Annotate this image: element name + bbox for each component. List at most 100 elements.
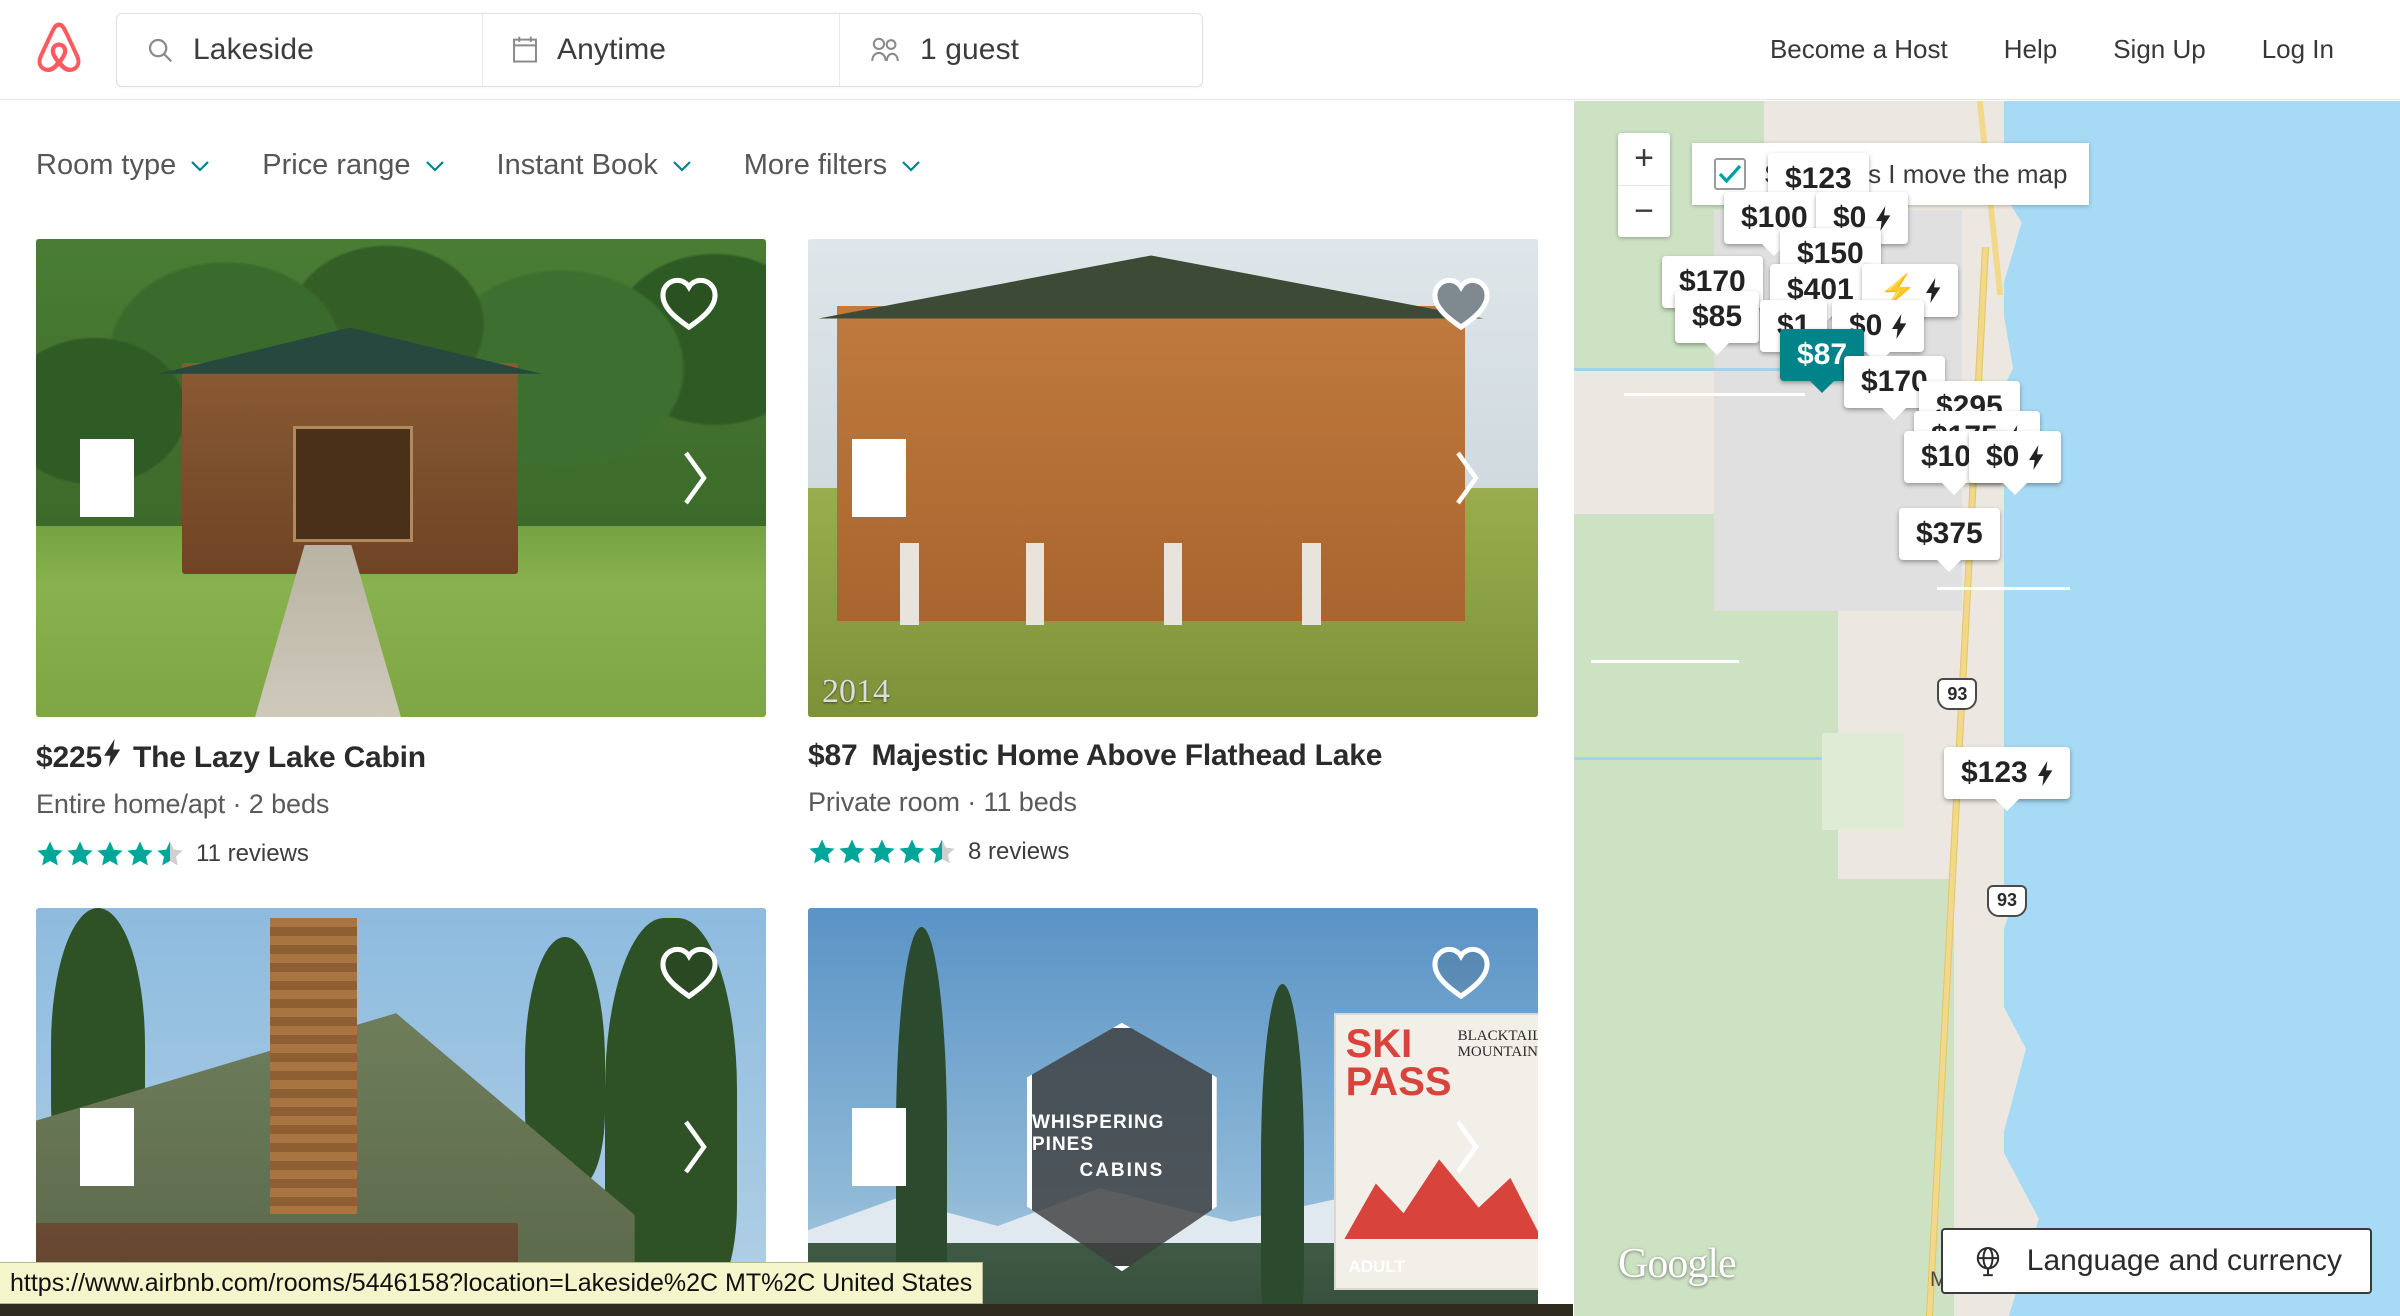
guests-value: 1 guest [920, 32, 1020, 66]
wishlist-heart-icon[interactable] [658, 944, 720, 1000]
photo-artwork [36, 908, 766, 1316]
ski-pass-graphic: SKI PASS BLACKTAIL MOUNTAIN ADULT [1333, 1013, 1538, 1291]
airbnb-logo[interactable] [30, 19, 88, 81]
language-and-currency-button[interactable]: Language and currency [1940, 1228, 2372, 1294]
photo-artwork: WHISPERING PINES CABINS SKI PASS BLACKTA [808, 908, 1538, 1316]
listing-photo[interactable] [36, 239, 766, 717]
search-bar: Lakeside Anytime 1 guest [116, 12, 1203, 87]
star-icon [127, 841, 153, 866]
map-price-marker-label: $375 [1916, 517, 1983, 550]
map-road [1623, 392, 1806, 396]
filter-more-filters[interactable]: More filters [744, 149, 921, 182]
ski-pass-line-1: SKI [1345, 1022, 1413, 1067]
star-rating [808, 838, 956, 866]
wishlist-heart-icon[interactable] [1430, 275, 1492, 331]
listing-review-count: 8 reviews [968, 838, 1070, 865]
dates-value: Anytime [557, 32, 667, 66]
carousel-prev-button[interactable] [80, 439, 134, 517]
listing-title-row: $225 The Lazy Lake Cabin [36, 739, 766, 775]
map-river [1574, 757, 1822, 761]
instant-book-bolt-icon [1876, 205, 1891, 231]
nav-become-a-host[interactable]: Become a Host [1742, 24, 1976, 75]
map-price-marker[interactable]: $0 [1969, 431, 2062, 483]
carousel-prev-button[interactable] [80, 1108, 134, 1186]
dates-field[interactable]: Anytime [482, 13, 839, 86]
globe-icon [1976, 1246, 1999, 1277]
star-icon [839, 839, 865, 864]
search-as-i-move-checkbox[interactable] [1714, 158, 1746, 190]
chevron-right-icon [684, 451, 707, 505]
listing-photo[interactable]: WHISPERING PINES CABINS SKI PASS BLACKTA [808, 908, 1538, 1316]
map-zoom-out-button[interactable]: − [1618, 186, 1670, 238]
map-zoom-in-button[interactable]: + [1618, 133, 1670, 186]
airbnb-search-page: Lakeside Anytime 1 guest Become a Host H… [0, 0, 2400, 1316]
carousel-next-button[interactable] [668, 439, 722, 517]
language-and-currency-label: Language and currency [2026, 1244, 2342, 1277]
nav-help[interactable]: Help [1976, 24, 2085, 75]
listing-grid: $225 The Lazy Lake Cabin Entire home/apt… [0, 182, 1573, 1316]
listing-title-row: $87 Majestic Home Above Flathead Lake [808, 739, 1538, 773]
chevron-left-icon [867, 451, 890, 505]
filter-bar: Room type Price range Instant Book More … [0, 101, 1573, 182]
badge-line-2: CABINS [1079, 1159, 1165, 1181]
map-panel[interactable]: 93 93 93 + − Search as I move the map $1… [1574, 101, 2400, 1316]
map-zoom-controls: + − [1618, 133, 1670, 237]
chevron-left-icon [95, 451, 118, 505]
filter-more-filters-label: More filters [743, 149, 888, 181]
map-price-marker-label: $87 [1797, 338, 1848, 371]
chevron-left-icon [95, 1120, 118, 1174]
guests-field[interactable]: 1 guest [839, 13, 1202, 86]
carousel-next-button[interactable] [1440, 439, 1494, 517]
nav-sign-up[interactable]: Sign Up [2085, 24, 2234, 75]
map-river [1574, 368, 1789, 372]
listing-meta: $87 Majestic Home Above Flathead Lake Pr… [808, 717, 1538, 866]
wishlist-heart-icon[interactable] [658, 275, 720, 331]
carousel-next-button[interactable] [1440, 1108, 1494, 1186]
browser-status-bar: https://www.airbnb.com/rooms/5446158?loc… [0, 1262, 984, 1304]
listing-photo[interactable] [36, 908, 766, 1316]
map-price-marker-label: $0 [1986, 440, 2020, 473]
star-icon [899, 839, 925, 864]
location-value: Lakeside [193, 32, 314, 66]
listing-card[interactable]: $225 The Lazy Lake Cabin Entire home/apt… [36, 239, 766, 868]
listing-price: $225 [36, 741, 102, 774]
listing-meta: $225 The Lazy Lake Cabin Entire home/apt… [36, 717, 766, 868]
map-price-marker[interactable]: $375 [1899, 508, 2000, 560]
carousel-prev-button[interactable] [852, 439, 906, 517]
instant-book-bolt-icon [2029, 444, 2044, 470]
star-icon [97, 841, 123, 866]
google-watermark: Google [1618, 1241, 1737, 1287]
location-search-field[interactable]: Lakeside [117, 14, 482, 86]
map-price-marker[interactable]: $85 [1675, 291, 1760, 343]
listing-card[interactable] [36, 908, 766, 1316]
listing-rating-row: 11 reviews [36, 840, 766, 868]
chevron-right-icon [1456, 451, 1479, 505]
star-icon [869, 839, 895, 864]
highway-shield-93: 93 [1937, 678, 1978, 711]
filter-room-type-label: Room type [36, 149, 177, 181]
instant-book-bolt-icon [2037, 760, 2053, 786]
wishlist-heart-icon[interactable] [1430, 944, 1492, 1000]
carousel-prev-button[interactable] [852, 1108, 906, 1186]
filter-price-range-label: Price range [262, 149, 411, 181]
instant-book-bolt-icon [1926, 278, 1941, 303]
filter-price-range[interactable]: Price range [262, 149, 444, 182]
ski-pass-line-2: PASS [1345, 1060, 1452, 1105]
listing-card[interactable]: 2014 $87 Majestic Home Above Flathead La… [808, 239, 1538, 868]
carousel-next-button[interactable] [668, 1108, 722, 1186]
map-price-marker[interactable]: $123 [1944, 747, 2070, 799]
star-icon [67, 841, 93, 866]
chevron-down-icon [902, 160, 920, 172]
listing-title: Majestic Home Above Flathead Lake [871, 739, 1383, 772]
chevron-right-icon [1456, 1120, 1479, 1174]
instant-book-bolt-icon [1892, 313, 1907, 339]
listing-card[interactable]: WHISPERING PINES CABINS SKI PASS BLACKTA [808, 908, 1538, 1316]
map-price-marker-label: $123 [1785, 162, 1852, 195]
filter-room-type[interactable]: Room type [36, 149, 210, 182]
nav-log-in[interactable]: Log In [2234, 24, 2362, 75]
listing-price: $87 [808, 739, 858, 772]
filter-instant-book[interactable]: Instant Book [497, 149, 692, 182]
highway-shield-93: 93 [1987, 884, 2027, 917]
listing-photo[interactable]: 2014 [808, 239, 1538, 717]
instant-book-bolt-icon [104, 739, 121, 767]
